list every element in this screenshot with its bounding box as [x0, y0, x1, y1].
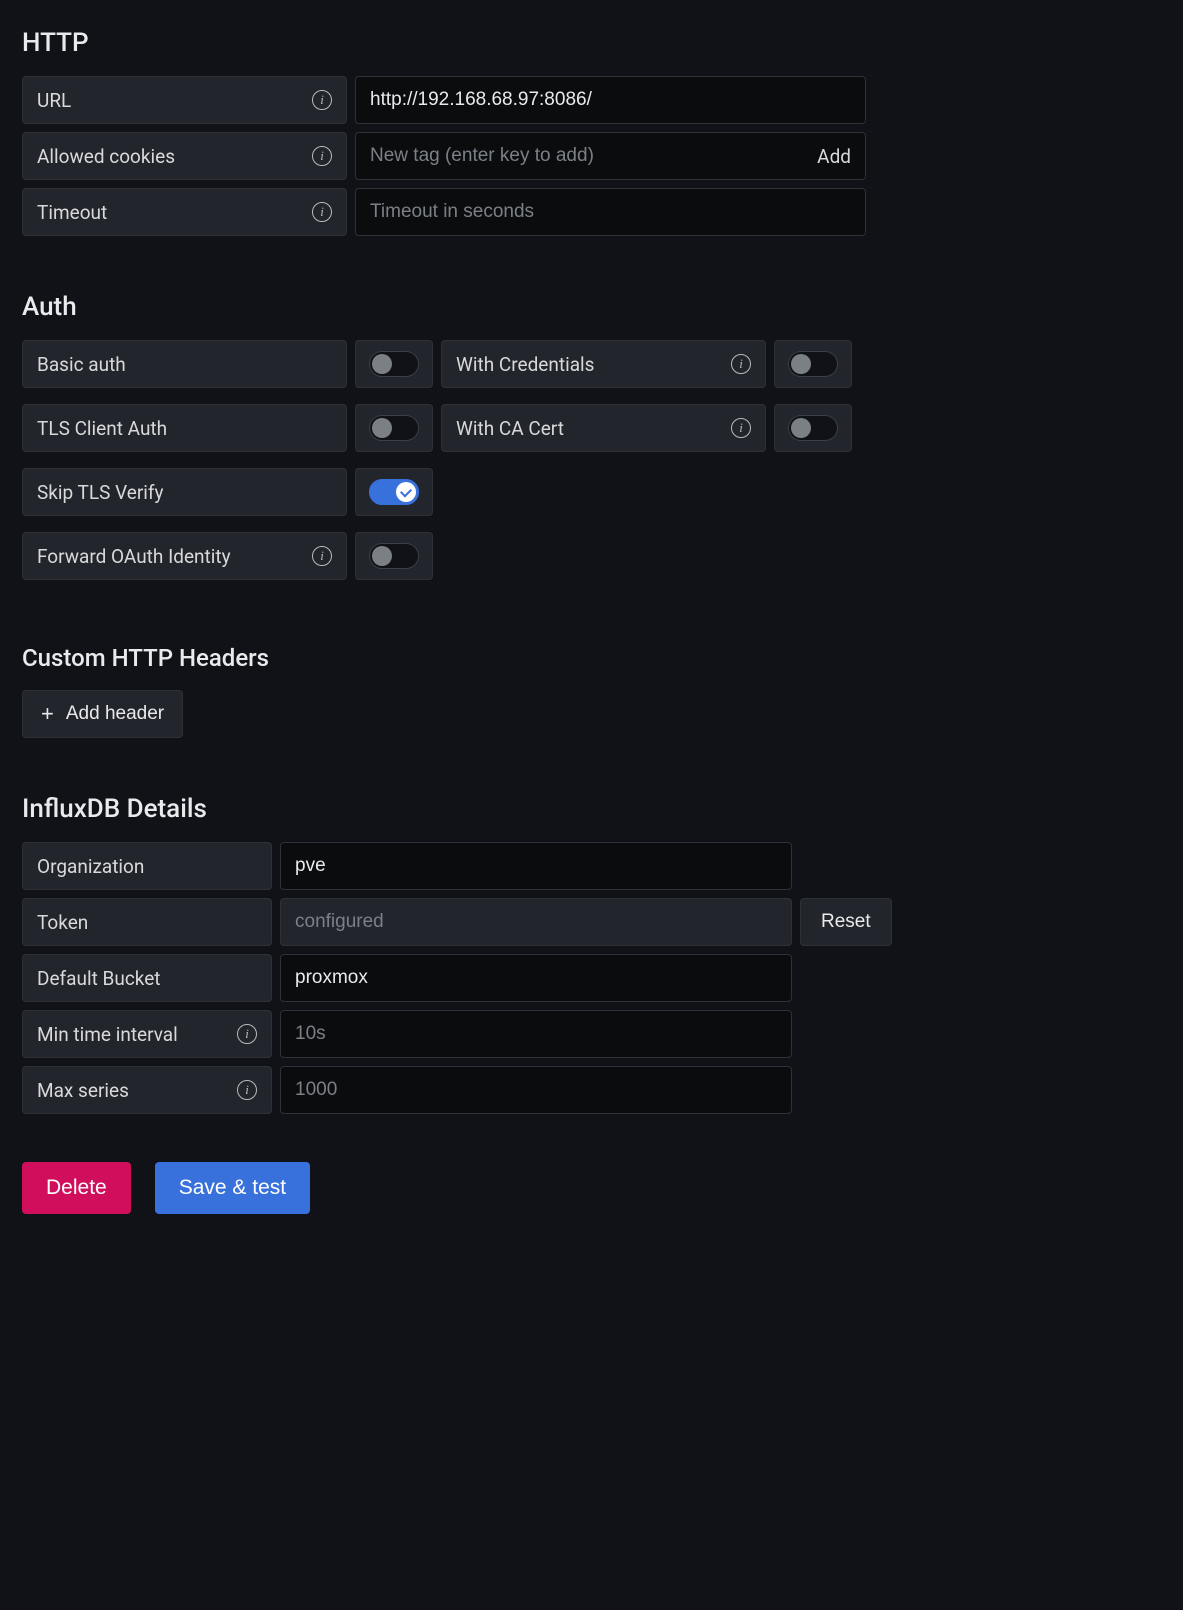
with-ca-cert-label-box: With CA Cert: [441, 404, 766, 452]
influxdb-title: InfluxDB Details: [22, 794, 1161, 824]
forward-oauth-label-box: Forward OAuth Identity: [22, 532, 347, 580]
delete-button[interactable]: Delete: [22, 1162, 131, 1214]
default-bucket-label: Default Bucket: [37, 967, 161, 990]
delete-label: Delete: [46, 1176, 107, 1199]
with-ca-cert-label: With CA Cert: [456, 417, 564, 440]
token-label-box: Token: [22, 898, 272, 946]
info-icon[interactable]: [312, 146, 332, 166]
save-label: Save & test: [179, 1176, 286, 1199]
tls-client-auth-toggle-box: [355, 404, 433, 452]
info-icon[interactable]: [237, 1080, 257, 1100]
info-icon[interactable]: [731, 354, 751, 374]
info-icon[interactable]: [731, 418, 751, 438]
forward-oauth-toggle[interactable]: [369, 543, 419, 569]
http-title: HTTP: [22, 28, 1161, 58]
with-ca-cert-toggle-box: [774, 404, 852, 452]
auth-section: Auth Basic auth TLS Client Auth: [22, 292, 1161, 588]
skip-tls-verify-label: Skip TLS Verify: [37, 481, 164, 504]
reset-label: Reset: [821, 911, 871, 933]
token-input[interactable]: [280, 898, 792, 946]
tls-client-auth-label: TLS Client Auth: [37, 417, 167, 440]
forward-oauth-label: Forward OAuth Identity: [37, 545, 231, 568]
with-ca-cert-toggle[interactable]: [788, 415, 838, 441]
basic-auth-toggle-box: [355, 340, 433, 388]
allowed-cookies-field[interactable]: Add: [355, 132, 866, 180]
url-label-box: URL: [22, 76, 347, 124]
http-section: HTTP URL Allowed cookies Add Timeout: [22, 28, 1161, 236]
custom-headers-title: Custom HTTP Headers: [22, 644, 1161, 672]
form-actions: Delete Save & test: [22, 1162, 1161, 1214]
basic-auth-label-box: Basic auth: [22, 340, 347, 388]
organization-label-box: Organization: [22, 842, 272, 890]
skip-tls-verify-toggle[interactable]: [369, 479, 419, 505]
tls-client-auth-label-box: TLS Client Auth: [22, 404, 347, 452]
min-time-interval-input[interactable]: [280, 1010, 792, 1058]
plus-icon: +: [41, 703, 54, 725]
organization-label: Organization: [37, 855, 144, 878]
reset-token-button[interactable]: Reset: [800, 898, 892, 946]
timeout-label: Timeout: [37, 201, 107, 224]
allowed-cookies-input[interactable]: [370, 145, 807, 167]
max-series-label: Max series: [37, 1079, 129, 1102]
info-icon[interactable]: [237, 1024, 257, 1044]
with-credentials-label-box: With Credentials: [441, 340, 766, 388]
add-header-label: Add header: [66, 703, 164, 725]
influxdb-details-section: InfluxDB Details Organization Token Rese…: [22, 794, 1161, 1114]
custom-headers-section: Custom HTTP Headers + Add header: [22, 644, 1161, 738]
forward-oauth-toggle-box: [355, 532, 433, 580]
url-input[interactable]: [355, 76, 866, 124]
save-and-test-button[interactable]: Save & test: [155, 1162, 310, 1214]
skip-tls-verify-label-box: Skip TLS Verify: [22, 468, 347, 516]
url-label: URL: [37, 89, 71, 112]
max-series-input[interactable]: [280, 1066, 792, 1114]
allowed-cookies-label-box: Allowed cookies: [22, 132, 347, 180]
add-header-button[interactable]: + Add header: [22, 690, 183, 738]
token-label: Token: [37, 911, 88, 934]
min-time-interval-label-box: Min time interval: [22, 1010, 272, 1058]
allowed-cookies-label: Allowed cookies: [37, 145, 175, 168]
basic-auth-toggle[interactable]: [369, 351, 419, 377]
timeout-input[interactable]: [355, 188, 866, 236]
organization-input[interactable]: [280, 842, 792, 890]
basic-auth-label: Basic auth: [37, 353, 126, 376]
with-credentials-toggle[interactable]: [788, 351, 838, 377]
auth-title: Auth: [22, 292, 1161, 322]
default-bucket-input[interactable]: [280, 954, 792, 1002]
info-icon[interactable]: [312, 202, 332, 222]
info-icon[interactable]: [312, 90, 332, 110]
with-credentials-toggle-box: [774, 340, 852, 388]
info-icon[interactable]: [312, 546, 332, 566]
tls-client-auth-toggle[interactable]: [369, 415, 419, 441]
timeout-label-box: Timeout: [22, 188, 347, 236]
max-series-label-box: Max series: [22, 1066, 272, 1114]
default-bucket-label-box: Default Bucket: [22, 954, 272, 1002]
add-tag-button[interactable]: Add: [807, 145, 851, 168]
min-time-interval-label: Min time interval: [37, 1023, 178, 1046]
skip-tls-verify-toggle-box: [355, 468, 433, 516]
with-credentials-label: With Credentials: [456, 353, 594, 376]
